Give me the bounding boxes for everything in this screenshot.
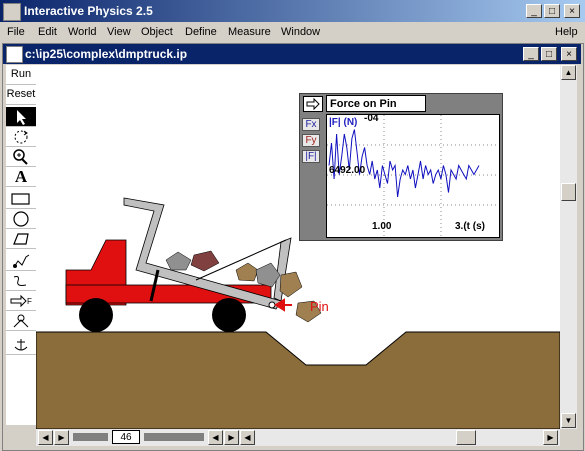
- rock: [190, 250, 220, 272]
- rock: [165, 251, 192, 271]
- vertical-scroll-thumb[interactable]: [561, 183, 576, 201]
- doc-minimize-button[interactable]: _: [523, 47, 539, 61]
- fy-toggle[interactable]: Fy: [302, 134, 320, 147]
- anchor-icon: [14, 339, 28, 351]
- fx-toggle[interactable]: Fx: [302, 118, 320, 131]
- scroll-right-button[interactable]: ▶: [543, 430, 558, 445]
- frame-slider-track-right[interactable]: [144, 433, 204, 441]
- spring-icon: [13, 254, 30, 268]
- circle-tool[interactable]: [6, 209, 36, 229]
- ground: [36, 331, 560, 429]
- text-tool[interactable]: A: [6, 167, 36, 187]
- tape-forward-button[interactable]: ▶: [224, 430, 239, 445]
- arrow-icon: [17, 110, 26, 125]
- vertical-scrollbar[interactable]: ▲ ▼: [560, 65, 577, 429]
- simulation-canvas[interactable]: Pin Force on Pin Fx Fy |F| |F| (N) -04 6…: [36, 65, 560, 429]
- app-icon[interactable]: [3, 3, 21, 21]
- app-titlebar: Interactive Physics 2.5 _ □ ×: [0, 0, 585, 22]
- menu-window[interactable]: Window: [280, 24, 321, 40]
- app-title: Interactive Physics 2.5: [24, 4, 153, 18]
- force-tool[interactable]: F: [6, 291, 36, 311]
- y-value-top: -04: [364, 113, 379, 124]
- svg-text:F: F: [27, 297, 32, 306]
- scroll-down-button[interactable]: ▼: [561, 413, 576, 428]
- polygon-tool[interactable]: [6, 229, 36, 249]
- rope-tool[interactable]: [6, 271, 36, 291]
- force-series-line: [328, 129, 480, 198]
- menu-world[interactable]: World: [67, 24, 98, 40]
- pin-label: Pin: [310, 299, 329, 314]
- meter-title: Force on Pin: [326, 95, 426, 112]
- force-plot: |F| (N) -04 6492.00 1.00 3.(t (s): [326, 113, 500, 238]
- document-window: c:\ip25\complex\dmptruck.ip _ □ × Run Re…: [2, 43, 584, 451]
- rope-icon: [13, 276, 27, 286]
- document-title: c:\ip25\complex\dmptruck.ip: [25, 47, 188, 61]
- x-axis-label: 3.(t (s): [455, 221, 485, 232]
- magnifier-icon: [13, 149, 28, 165]
- menu-bar: File Edit World View Object Define Measu…: [0, 22, 585, 42]
- rock: [279, 271, 303, 298]
- document-icon[interactable]: [6, 46, 23, 63]
- menu-help[interactable]: Help: [554, 24, 579, 40]
- polygon-icon: [13, 233, 29, 245]
- tape-back-button[interactable]: ◀: [208, 430, 223, 445]
- joint-icon: [13, 314, 29, 328]
- force-meter-window[interactable]: Force on Pin Fx Fy |F| |F| (N) -04 6492.…: [299, 93, 503, 241]
- step-back-button[interactable]: ◀: [38, 430, 53, 445]
- document-titlebar: c:\ip25\complex\dmptruck.ip _ □ ×: [3, 44, 581, 64]
- frame-counter[interactable]: 46: [112, 430, 140, 444]
- arrow-tool[interactable]: [6, 107, 36, 127]
- force-chart: [327, 115, 499, 237]
- tool-palette: Run Reset A F: [6, 65, 37, 425]
- doc-maximize-button[interactable]: □: [541, 47, 557, 61]
- menu-view[interactable]: View: [106, 24, 132, 40]
- f-magnitude-toggle[interactable]: |F|: [302, 150, 320, 163]
- doc-close-button[interactable]: ×: [561, 47, 577, 61]
- rotate-tool[interactable]: [6, 127, 36, 147]
- scroll-left-button[interactable]: ◀: [240, 430, 255, 445]
- anchor-tool[interactable]: [6, 335, 36, 355]
- run-button[interactable]: Run: [6, 65, 36, 85]
- maximize-button[interactable]: □: [544, 4, 560, 18]
- step-forward-button[interactable]: ▶: [54, 430, 69, 445]
- chart-legend: |F| (N): [329, 117, 358, 128]
- menu-file[interactable]: File: [6, 24, 26, 40]
- circle-icon: [13, 211, 29, 227]
- menu-measure[interactable]: Measure: [227, 24, 272, 40]
- force-arrow-icon: F: [10, 294, 32, 308]
- meter-toggle-button[interactable]: [303, 96, 323, 112]
- rock: [235, 262, 259, 282]
- y-value-mid: 6492.00: [329, 165, 366, 176]
- menu-define[interactable]: Define: [184, 24, 218, 40]
- front-wheel: [79, 298, 113, 332]
- pin-joint-tool[interactable]: [6, 311, 36, 331]
- menu-object[interactable]: Object: [140, 24, 174, 40]
- frame-control-bar: ◀ ▶ 46 ◀ ▶ ◀ ▶: [36, 429, 560, 446]
- rectangle-tool[interactable]: [6, 189, 36, 209]
- rear-wheel: [212, 298, 246, 332]
- close-button[interactable]: ×: [564, 4, 580, 18]
- spring-tool[interactable]: [6, 251, 36, 271]
- zoom-tool[interactable]: [6, 147, 36, 167]
- reset-button[interactable]: Reset: [6, 85, 36, 105]
- rotate-icon: [14, 130, 28, 144]
- rectangle-icon: [11, 193, 30, 205]
- x-tick-label: 1.00: [372, 221, 392, 232]
- pin-joint: [268, 301, 276, 309]
- menu-edit[interactable]: Edit: [37, 24, 58, 40]
- minimize-button[interactable]: _: [526, 4, 542, 18]
- horizontal-scroll-thumb[interactable]: [456, 430, 476, 445]
- frame-slider-track[interactable]: [73, 433, 108, 441]
- scroll-up-button[interactable]: ▲: [561, 65, 576, 80]
- arrow-right-icon: [306, 97, 320, 111]
